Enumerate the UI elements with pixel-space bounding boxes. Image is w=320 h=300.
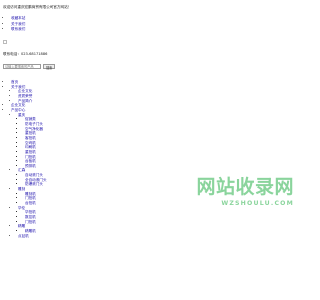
watermark-title: 网站收录网: [196, 176, 294, 198]
submenu-link[interactable]: 资质荣誉: [18, 94, 32, 98]
product-link[interactable]: 防爆滚门头: [25, 182, 43, 186]
search-input[interactable]: [3, 64, 41, 69]
product-link[interactable]: 数控机: [25, 215, 36, 219]
broken-logo-image: [3, 40, 7, 44]
product-link[interactable]: 防电子门头: [25, 122, 43, 126]
product-link[interactable]: 空坞机: [25, 141, 36, 145]
products-submenu: 重庆 促销类 防电子门头 空气净化器 重拍机 客拍机 空坞机 印刷机 重拍机 门…: [18, 113, 128, 239]
product-group-link[interactable]: 点钻机: [18, 234, 29, 238]
search-button[interactable]: 搜索: [43, 64, 56, 70]
main-nav: 首页 关于我们 企业文化 资质荣誉 产品简介 企业文化 产品中心 重庆 促销类 …: [8, 80, 128, 238]
nav-link-products[interactable]: 产品中心: [11, 108, 25, 112]
product-group: 华伦 华拍机 数控机 门拍机: [18, 206, 128, 225]
product-group-link[interactable]: 汇森: [18, 168, 25, 172]
about-submenu: 企业文化 资质荣誉 产品简介: [18, 89, 128, 103]
search-form: 搜索: [3, 64, 56, 70]
watermark-subtitle: WZSHOULU.COM: [221, 199, 294, 207]
nav-item-products: 产品中心 重庆 促销类 防电子门头 空气净化器 重拍机 客拍机 空坞机 印刷机 …: [11, 108, 128, 238]
contact-link[interactable]: 联系我们: [11, 27, 25, 31]
product-link[interactable]: 重拍机: [25, 150, 36, 154]
product-group-link[interactable]: 雕刻: [18, 187, 25, 191]
about-link[interactable]: 关于我们: [11, 22, 25, 26]
watermark: 网站收录网 WZSHOULU.COM: [154, 176, 294, 207]
hotline-text: 联系电话：023-68171886: [3, 52, 48, 56]
product-group: 点钻机: [18, 234, 128, 239]
product-link[interactable]: 自动滚门头: [25, 173, 43, 177]
product-link[interactable]: 客拍机: [25, 136, 36, 140]
product-group-link[interactable]: 精雕: [18, 224, 25, 228]
product-group-list: 促销类 防电子门头 空气净化器 重拍机 客拍机 空坞机 印刷机 重拍机 门拍机 …: [25, 117, 128, 168]
product-link[interactable]: 重拍机: [25, 131, 36, 135]
product-link[interactable]: 印刷机: [25, 145, 36, 149]
product-link[interactable]: 门拍机: [25, 196, 36, 200]
top-links: 收藏本站 关于我们 联系我们: [8, 16, 25, 33]
product-link[interactable]: 门拍机: [25, 155, 36, 159]
product-group-list: 雕刻机 门拍机 台拍机: [25, 192, 128, 206]
product-link[interactable]: 预排机: [25, 164, 36, 168]
nav-item-about: 关于我们 企业文化 资质荣誉 产品简介: [11, 85, 128, 104]
nav-link-home[interactable]: 首页: [11, 80, 18, 84]
product-link[interactable]: 促销类: [25, 117, 36, 121]
product-group: 精雕 精雕机: [18, 224, 128, 233]
product-link[interactable]: 华拍机: [25, 210, 36, 214]
product-link[interactable]: 门拍机: [25, 220, 36, 224]
product-link[interactable]: 台板机: [25, 159, 36, 163]
submenu-link[interactable]: 企业文化: [18, 89, 32, 93]
product-link[interactable]: 空气净化器: [25, 127, 43, 131]
product-group-link[interactable]: 重庆: [18, 113, 25, 117]
bookmark-link[interactable]: 收藏本站: [11, 16, 25, 20]
top-link-item: 联系我们: [11, 27, 25, 33]
product-group-list: 自动滚门头 全自动滚门头 防爆滚门头: [25, 173, 128, 187]
product-link[interactable]: 精雕机: [25, 229, 36, 233]
product-group: 汇森 自动滚门头 全自动滚门头 防爆滚门头: [18, 168, 128, 187]
product-link[interactable]: 台拍机: [25, 201, 36, 205]
product-group: 雕刻 雕刻机 门拍机 台拍机: [18, 187, 128, 206]
welcome-text: 欢迎访问重庆宏鹏商贸有限公司官方网站！: [3, 5, 72, 9]
product-group-list: 华拍机 数控机 门拍机: [25, 210, 128, 224]
nav-link-culture[interactable]: 企业文化: [11, 103, 25, 107]
product-group: 重庆 促销类 防电子门头 空气净化器 重拍机 客拍机 空坞机 印刷机 重拍机 门…: [18, 113, 128, 169]
